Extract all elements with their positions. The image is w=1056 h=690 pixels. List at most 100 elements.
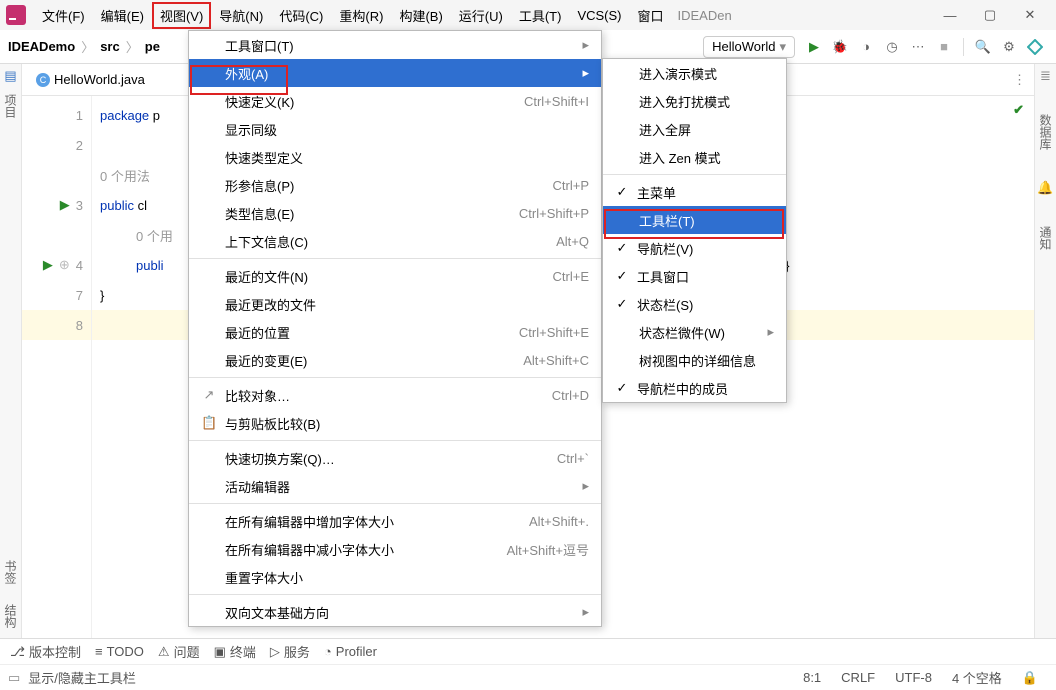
run-config-selector[interactable]: HelloWorld▾ bbox=[703, 36, 795, 58]
indent-setting[interactable]: 4 个空格 bbox=[952, 668, 1002, 687]
profiler-tool[interactable]: ◔Profiler bbox=[324, 644, 377, 659]
menu-edit[interactable]: 编辑(E) bbox=[93, 2, 152, 29]
appearance-submenu-item[interactable]: 进入免打扰模式 bbox=[603, 87, 786, 115]
appearance-submenu-item[interactable]: 树视图中的详细信息 bbox=[603, 346, 786, 374]
appearance-submenu-item[interactable]: ✓主菜单 bbox=[603, 178, 786, 206]
terminal-tool[interactable]: ▣终端 bbox=[214, 642, 256, 661]
menu-item-label: 导航栏中的成员 bbox=[637, 379, 774, 398]
view-menu-item[interactable]: 外观(A)▸ bbox=[189, 59, 601, 87]
database-tab[interactable]: 数据库 bbox=[1037, 114, 1054, 150]
stop-icon[interactable]: ■ bbox=[933, 36, 955, 58]
menu-item-label: 最近更改的文件 bbox=[225, 295, 589, 314]
view-menu-item[interactable]: 形参信息(P)Ctrl+P bbox=[189, 171, 601, 199]
menu-vcs[interactable]: VCS(S) bbox=[569, 4, 629, 27]
menu-item-shortcut: Ctrl+P bbox=[553, 178, 589, 193]
close-button[interactable]: ✕ bbox=[1010, 7, 1050, 23]
coverage-icon[interactable]: ◑ bbox=[855, 36, 877, 58]
menu-run[interactable]: 运行(U) bbox=[451, 2, 511, 29]
breadcrumb[interactable]: IDEADemo 〉 src 〉 pe bbox=[8, 37, 160, 56]
structure-tab[interactable]: 结构 bbox=[2, 604, 19, 628]
view-menu-item[interactable]: 快速切换方案(Q)…Ctrl+` bbox=[189, 444, 601, 472]
services-tool[interactable]: ▷服务 bbox=[270, 642, 310, 661]
view-menu-item[interactable]: 最近的变更(E)Alt+Shift+C bbox=[189, 346, 601, 374]
run-gutter-icon[interactable]: ▶ bbox=[43, 257, 53, 273]
maximize-button[interactable]: ▢ bbox=[970, 7, 1010, 23]
bookmarks-tab[interactable]: 书签 bbox=[2, 560, 19, 584]
view-menu-item[interactable]: 工具窗口(T)▸ bbox=[189, 31, 601, 59]
breadcrumb-pkg[interactable]: pe bbox=[145, 39, 160, 54]
check-icon: ✓ bbox=[615, 296, 629, 312]
run-gutter-icon[interactable]: ▶ bbox=[60, 197, 70, 213]
menu-code[interactable]: 代码(C) bbox=[271, 2, 331, 29]
menu-item-shortcut: Ctrl+Shift+P bbox=[519, 206, 589, 221]
gutter: 1 2 ▶3 ▶⊕4 7 8 bbox=[22, 96, 92, 638]
database-tool-icon[interactable]: ≣ bbox=[1040, 68, 1051, 84]
view-menu-item[interactable]: 显示同级 bbox=[189, 115, 601, 143]
minimize-button[interactable]: — bbox=[930, 8, 970, 23]
menu-navigate[interactable]: 导航(N) bbox=[211, 2, 271, 29]
appearance-submenu-item[interactable]: 进入全屏 bbox=[603, 115, 786, 143]
appearance-submenu-item[interactable]: ✓工具窗口 bbox=[603, 262, 786, 290]
appearance-submenu-item[interactable]: 进入 Zen 模式 bbox=[603, 143, 786, 171]
menu-window[interactable]: 窗口 bbox=[630, 2, 672, 29]
view-menu-item[interactable]: 最近更改的文件 bbox=[189, 290, 601, 318]
view-menu-item[interactable]: 📋与剪贴板比较(B) bbox=[189, 409, 601, 437]
menu-item-label: 双向文本基础方向 bbox=[225, 603, 562, 622]
view-menu-item[interactable]: ↗比较对象…Ctrl+D bbox=[189, 381, 601, 409]
readonly-lock-icon[interactable]: 🔒 bbox=[1022, 670, 1038, 686]
menu-item-label: 主菜单 bbox=[637, 183, 774, 202]
jetbrains-icon[interactable] bbox=[1024, 36, 1046, 58]
menu-item-label: 状态栏微件(W) bbox=[639, 323, 747, 342]
menu-file[interactable]: 文件(F) bbox=[34, 2, 93, 29]
view-menu-item[interactable]: 在所有编辑器中增加字体大小Alt+Shift+. bbox=[189, 507, 601, 535]
vcs-tool[interactable]: ⎇版本控制 bbox=[10, 642, 81, 661]
notifications-tab[interactable]: 通知 bbox=[1037, 226, 1054, 250]
file-encoding[interactable]: UTF-8 bbox=[895, 670, 932, 685]
view-menu-item[interactable]: 重置字体大小 bbox=[189, 563, 601, 591]
menu-item-label: 进入全屏 bbox=[639, 120, 774, 139]
view-menu-item[interactable]: 快速定义(K)Ctrl+Shift+I bbox=[189, 87, 601, 115]
view-menu-item[interactable]: 上下文信息(C)Alt+Q bbox=[189, 227, 601, 255]
menu-view[interactable]: 视图(V) bbox=[152, 2, 211, 29]
profile-icon[interactable]: ◷ bbox=[881, 36, 903, 58]
view-menu-item[interactable]: 类型信息(E)Ctrl+Shift+P bbox=[189, 199, 601, 227]
tool-window-bar: ⎇版本控制 ≡TODO ⚠问题 ▣终端 ▷服务 ◔Profiler bbox=[0, 638, 1056, 664]
problems-tool[interactable]: ⚠问题 bbox=[158, 642, 200, 661]
appearance-submenu-item[interactable]: 进入演示模式 bbox=[603, 59, 786, 87]
appearance-submenu-item[interactable]: 状态栏微件(W)▸ bbox=[603, 318, 786, 346]
menu-refactor[interactable]: 重构(R) bbox=[331, 2, 391, 29]
breadcrumb-root[interactable]: IDEADemo bbox=[8, 39, 75, 54]
line-separator[interactable]: CRLF bbox=[841, 670, 875, 685]
search-icon[interactable]: 🔍 bbox=[972, 36, 994, 58]
file-tab[interactable]: C HelloWorld.java bbox=[28, 68, 153, 91]
attach-icon[interactable]: ⋯ bbox=[907, 36, 929, 58]
menu-tools[interactable]: 工具(T) bbox=[511, 2, 570, 29]
view-menu-popup: 工具窗口(T)▸外观(A)▸快速定义(K)Ctrl+Shift+I显示同级快速类… bbox=[188, 30, 602, 627]
project-tab[interactable]: 项目 bbox=[2, 94, 19, 118]
appearance-submenu-item[interactable]: ✓ 导航栏中的成员 bbox=[603, 374, 786, 402]
project-tool-icon[interactable]: ▤ bbox=[4, 68, 16, 84]
menu-build[interactable]: 构建(B) bbox=[391, 2, 450, 29]
appearance-submenu-item[interactable]: ✓导航栏(V) bbox=[603, 234, 786, 262]
menu-item-label: 在所有编辑器中增加字体大小 bbox=[225, 512, 497, 531]
debug-icon[interactable]: 🐞 bbox=[829, 36, 851, 58]
view-menu-item[interactable]: 双向文本基础方向▸ bbox=[189, 598, 601, 626]
menu-item-label: 活动编辑器 bbox=[225, 477, 562, 496]
settings-icon[interactable]: ⚙ bbox=[998, 36, 1020, 58]
appearance-submenu-item[interactable]: 工具栏(T) bbox=[603, 206, 786, 234]
view-menu-item[interactable]: 活动编辑器▸ bbox=[189, 472, 601, 500]
run-icon[interactable]: ▶ bbox=[803, 36, 825, 58]
view-menu-item[interactable]: 最近的文件(N)Ctrl+E bbox=[189, 262, 601, 290]
check-icon: ✓ bbox=[615, 380, 629, 396]
view-menu-item[interactable]: 快速类型定义 bbox=[189, 143, 601, 171]
appearance-submenu-item[interactable]: ✓状态栏(S) bbox=[603, 290, 786, 318]
tab-more-icon[interactable]: ⋮ bbox=[1013, 72, 1026, 88]
toggle-toolbar-icon[interactable]: ▭ bbox=[8, 670, 20, 686]
view-menu-item[interactable]: 在所有编辑器中减小字体大小Alt+Shift+逗号 bbox=[189, 535, 601, 563]
view-menu-item[interactable]: 最近的位置Ctrl+Shift+E bbox=[189, 318, 601, 346]
breadcrumb-src[interactable]: src bbox=[100, 39, 120, 54]
todo-tool[interactable]: ≡TODO bbox=[95, 644, 144, 659]
caret-position[interactable]: 8:1 bbox=[803, 670, 821, 685]
notifications-tool-icon[interactable]: 🔔 bbox=[1037, 180, 1053, 196]
menu-item-label: 与剪贴板比较(B) bbox=[225, 414, 589, 433]
